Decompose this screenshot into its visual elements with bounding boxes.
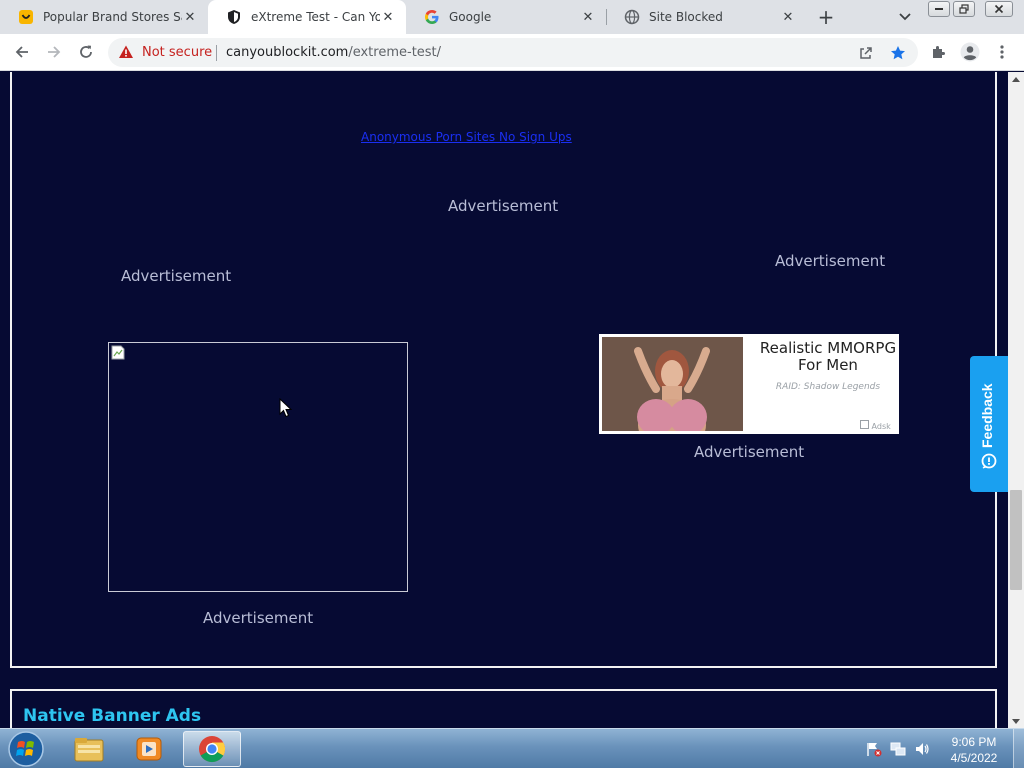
explorer-icon[interactable] [60,731,118,767]
scrollbar-thumb[interactable] [1010,490,1022,590]
broken-image-icon [860,420,869,429]
volume-icon[interactable] [914,741,930,757]
raid-banner-ad[interactable]: Realistic MMORPG For Men RAID: Shadow Le… [599,334,899,434]
security-label[interactable]: Not secure [142,45,212,60]
broken-ad-image[interactable] [108,342,408,592]
feedback-button[interactable]: Feedback [970,356,1008,492]
tab-title: Popular Brand Stores Sale [43,10,182,24]
omnibox-divider [216,45,217,61]
section-heading: Native Banner Ads [23,706,202,726]
advertisement-label: Advertisement [121,267,232,285]
tab-search-chevron-icon[interactable] [893,5,917,29]
native-banner-section: Native Banner Ads [10,689,997,728]
close-tab-icon[interactable]: ✕ [580,9,596,25]
close-tab-icon[interactable]: ✕ [182,9,198,25]
globe-icon [624,9,640,25]
broken-image-icon [111,345,125,360]
advertisement-label: Advertisement [694,443,805,461]
minimize-button[interactable] [928,1,950,17]
tab-strip: Popular Brand Stores Sale ✕ eXtreme Test… [0,0,1024,34]
ad-network-badge[interactable]: Adsk [860,420,899,434]
close-tab-icon[interactable]: ✕ [780,9,796,25]
tab-title: eXtreme Test - Can You B [251,10,380,24]
mouse-cursor-icon [279,397,293,418]
network-icon[interactable] [890,741,906,757]
banner-ad-image [602,337,743,431]
feedback-bubble-icon [981,453,997,469]
url-path: /extreme-test/ [348,45,442,60]
restore-button[interactable] [953,1,975,17]
show-desktop-button[interactable] [1013,729,1024,768]
banner-headline-line2: For Men [798,356,858,374]
start-button[interactable] [6,730,46,768]
forward-icon[interactable] [42,40,66,64]
tab-extreme-test[interactable]: eXtreme Test - Can You B ✕ [208,0,406,34]
clock-date: 4/5/2022 [950,751,998,765]
scroll-down-arrow-icon[interactable] [1008,714,1024,728]
advertisement-label: Advertisement [775,252,886,270]
feedback-label: Feedback [979,383,995,448]
close-tab-icon[interactable]: ✕ [380,9,396,25]
banner-headline: Realistic MMORPG For Men [757,340,899,374]
extensions-puzzle-icon[interactable] [926,40,950,64]
banner-subtitle: RAID: Shadow Legends [775,382,881,392]
tab-popular-brand-stores[interactable]: Popular Brand Stores Sale ✕ [0,0,208,34]
tab-google[interactable]: Google ✕ [406,0,606,34]
address-bar[interactable]: Not secure canyoublockit.com/extreme-tes… [108,38,918,67]
advertisement-label: Advertisement [203,609,314,627]
bookmark-star-icon[interactable] [886,41,910,65]
action-center-flag-icon[interactable] [866,741,882,757]
back-icon[interactable] [10,40,34,64]
reload-icon[interactable] [74,40,98,64]
media-player-icon[interactable] [120,731,178,767]
page-viewport: Anonymous Porn Sites No Sign Ups Adverti… [0,72,1008,728]
tab-title: Site Blocked [649,10,723,24]
scroll-up-arrow-icon[interactable] [1008,72,1024,86]
close-window-button[interactable] [985,1,1013,17]
url-text[interactable]: canyoublockit.com/extreme-test/ [226,45,441,60]
honey-icon [18,9,34,25]
share-icon[interactable] [854,41,878,65]
ad-network-badge-text: Adsk [871,422,891,431]
new-tab-button[interactable]: + [814,5,838,29]
system-clock[interactable]: 9:06 PM 4/5/2022 [944,734,1004,766]
sponsored-text-link[interactable]: Anonymous Porn Sites No Sign Ups [361,130,572,144]
tab-title: Google [449,10,492,24]
warning-icon[interactable] [118,44,134,60]
browser-menu-icon[interactable] [990,40,1014,64]
page-scrollbar[interactable] [1008,72,1024,728]
clock-time: 9:06 PM [951,735,997,749]
tab-site-blocked[interactable]: Site Blocked ✕ [606,0,806,34]
url-host: canyoublockit.com [226,45,349,60]
windows-taskbar: 9:06 PM 4/5/2022 [0,728,1024,768]
profile-avatar-icon[interactable] [958,40,982,64]
google-icon [424,9,440,25]
shield-icon [226,9,242,25]
browser-toolbar: Not secure canyoublockit.com/extreme-tes… [0,34,1024,71]
chrome-icon[interactable] [183,731,241,767]
banner-headline-line1: Realistic MMORPG [759,339,897,357]
advertisement-label: Advertisement [448,197,559,215]
